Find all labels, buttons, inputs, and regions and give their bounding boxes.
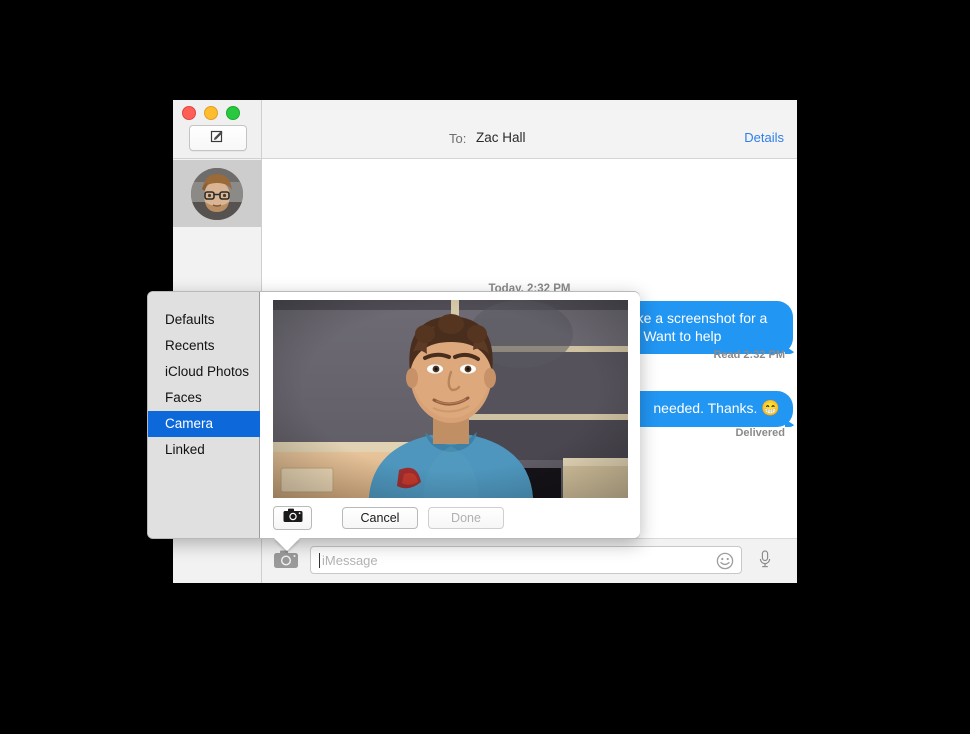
bubble-tail <box>785 419 797 427</box>
source-item-recents[interactable]: Recents <box>148 333 259 359</box>
done-button: Done <box>428 507 504 529</box>
message-input[interactable]: iMessage <box>310 546 742 574</box>
popover-action-bar: Cancel Done <box>261 498 640 538</box>
text-caret <box>319 553 320 568</box>
recipient-bar: To: Zac Hall Details <box>262 100 797 159</box>
cancel-button[interactable]: Cancel <box>342 507 418 529</box>
microphone-icon <box>757 549 773 574</box>
source-item-faces[interactable]: Faces <box>148 385 259 411</box>
source-item-icloud-photos[interactable]: iCloud Photos <box>148 359 259 385</box>
camera-live-preview <box>273 300 628 498</box>
source-item-camera[interactable]: Camera <box>148 411 260 437</box>
popover-pointer <box>274 538 300 551</box>
source-item-linked[interactable]: Linked <box>148 437 259 463</box>
delivery-receipt: Read 2:32 PM <box>713 349 785 361</box>
message-input-placeholder: iMessage <box>322 553 378 568</box>
dictation-button[interactable] <box>754 549 776 573</box>
camera-shutter-icon <box>283 508 303 528</box>
avatar <box>191 168 243 220</box>
zoom-button[interactable] <box>226 106 240 120</box>
conversation-list-item-selected[interactable] <box>173 160 261 227</box>
to-label: To: <box>449 131 466 146</box>
emoji-picker-button[interactable] <box>715 551 735 571</box>
camera-button[interactable] <box>272 548 300 574</box>
desktop-background: To: Zac Hall Details Today, 2:32 PM Need… <box>0 0 970 734</box>
sidebar-titlebar <box>173 100 261 159</box>
compose-pencil-icon <box>210 128 226 149</box>
message-composer-bar: iMessage <box>262 538 797 583</box>
media-source-list[interactable]: Defaults Recents iCloud Photos Faces Cam… <box>148 292 260 538</box>
message-text: needed. Thanks. <box>653 400 757 416</box>
source-item-defaults[interactable]: Defaults <box>148 307 259 333</box>
window-traffic-lights <box>182 106 240 120</box>
take-photo-button[interactable] <box>273 506 312 530</box>
camera-preview-panel: Cancel Done <box>261 292 640 538</box>
bubble-tail <box>785 346 797 354</box>
details-link[interactable]: Details <box>744 130 784 145</box>
delivery-receipt: Delivered <box>735 427 785 439</box>
minimize-button[interactable] <box>204 106 218 120</box>
grin-emoji: 😁 <box>761 400 780 417</box>
camera-icon <box>273 549 299 574</box>
close-button[interactable] <box>182 106 196 120</box>
compose-message-button[interactable] <box>189 125 247 151</box>
camera-popover: Defaults Recents iCloud Photos Faces Cam… <box>147 291 640 539</box>
recipient-name[interactable]: Zac Hall <box>476 130 526 145</box>
